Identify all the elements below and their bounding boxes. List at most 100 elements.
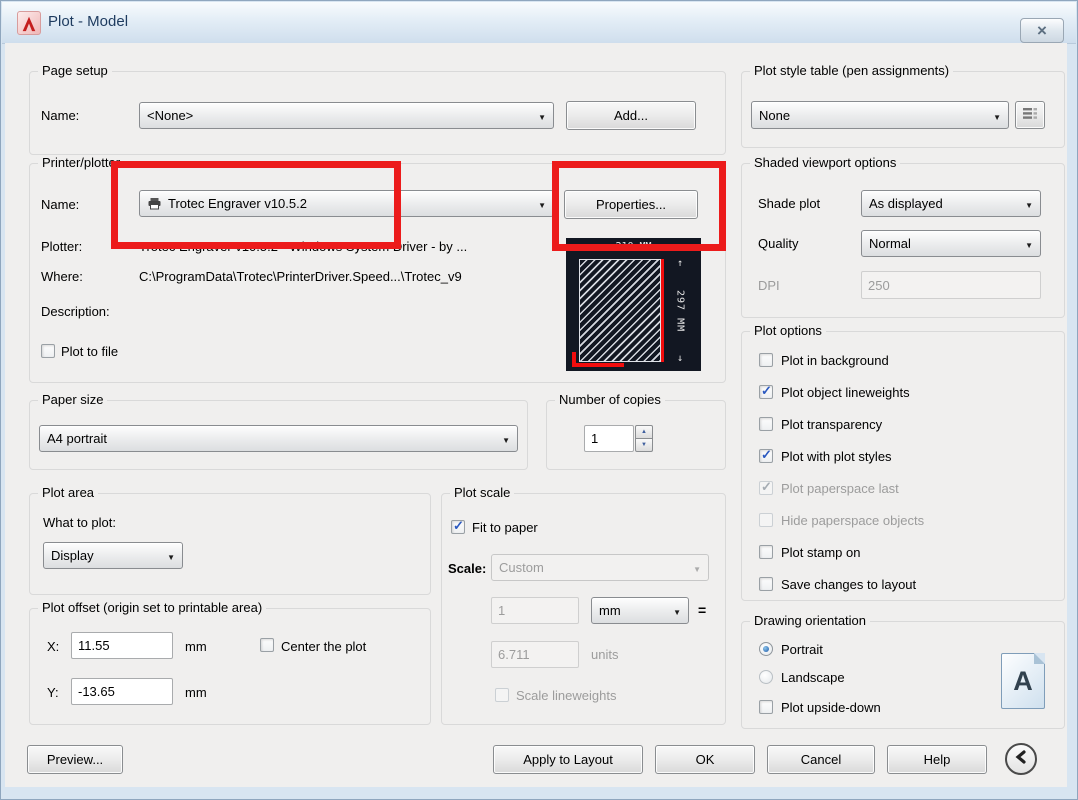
plotter-label: Plotter: [41,239,82,254]
chevron-down-icon [667,603,681,618]
description-label: Description: [41,304,110,319]
checkbox-icon [41,344,55,358]
add-button-label: Add... [614,108,648,123]
cancel-button-label: Cancel [801,752,841,767]
group-label: Shaded viewport options [750,155,900,170]
checkbox-icon [759,417,773,431]
upside-down-label: Plot upside-down [781,700,881,715]
offset-x-label: X: [47,639,59,654]
option-label: Plot in background [781,353,889,368]
scale-paper-units-input [491,597,579,624]
copies-input[interactable] [584,425,634,452]
preview-button-label: Preview... [47,752,103,767]
annotation-printer-name-highlight [111,161,401,249]
scale-select: Custom [491,554,709,581]
portrait-label: Portrait [781,642,823,657]
paper-icon-letter: A [1013,666,1033,697]
option-label: Save changes to layout [781,577,916,592]
group-label: Paper size [38,392,107,407]
where-value: C:\ProgramData\Trotec\PrinterDriver.Spee… [139,269,462,284]
dpi-input [861,271,1041,299]
quality-label: Quality [758,236,798,251]
chevron-down-icon [687,560,701,575]
chevron-left-icon [1015,750,1027,769]
spin-down-icon[interactable] [635,439,653,452]
equals-sign: = [698,602,706,618]
add-page-setup-button[interactable]: Add... [566,101,696,130]
shade-plot-select[interactable]: As displayed [861,190,1041,217]
option-label: Plot paperspace last [781,481,899,496]
scale-drawing-units-input [491,641,579,668]
height-dimension-text: 297 MM [675,290,686,332]
spin-up-icon[interactable] [635,425,653,439]
scale-unit-value: mm [599,603,621,618]
chevron-down-icon [532,196,546,211]
copies-stepper[interactable] [635,425,653,452]
option-label: Plot object lineweights [781,385,910,400]
printer-name-label: Name: [41,197,79,212]
red-origin-marker [572,363,624,367]
help-button[interactable]: Help [887,745,987,774]
offset-y-input[interactable] [71,678,173,705]
landscape-label: Landscape [781,670,845,685]
offset-x-unit: mm [185,639,207,654]
chevron-down-icon [1019,196,1033,211]
plot-dialog-window: Plot - Model Page setup Name: <None> Add… [0,0,1078,800]
page-setup-name-select[interactable]: <None> [139,102,554,129]
quality-select[interactable]: Normal [861,230,1041,257]
what-to-plot-label: What to plot: [43,515,116,530]
chevron-down-icon [987,108,1001,123]
page-setup-name-value: <None> [147,108,193,123]
center-the-plot-label: Center the plot [281,639,366,654]
cancel-button[interactable]: Cancel [767,745,875,774]
ok-button-label: OK [696,752,715,767]
help-button-label: Help [924,752,951,767]
dpi-label: DPI [758,278,780,293]
preview-button[interactable]: Preview... [27,745,123,774]
paper-size-select[interactable]: A4 portrait [39,425,518,452]
paper-size-value: A4 portrait [47,431,107,446]
checkbox-icon [759,449,773,463]
paper-preview-thumbnail: 210 MM 297 MM [566,238,701,371]
scale-unit-select[interactable]: mm [591,597,689,624]
what-to-plot-select[interactable]: Display [43,542,183,569]
quality-value: Normal [869,236,911,251]
plot-to-file-label: Plot to file [61,344,118,359]
apply-to-layout-button[interactable]: Apply to Layout [493,745,643,774]
offset-y-label: Y: [47,685,59,700]
group-label: Drawing orientation [750,613,870,628]
chevron-down-icon [1019,236,1033,251]
checkbox-icon [759,513,773,527]
what-to-plot-value: Display [51,548,94,563]
group-label: Plot offset (origin set to printable are… [38,600,266,615]
chevron-down-icon [532,108,546,123]
chevron-down-icon [161,548,175,563]
checkbox-icon [759,353,773,367]
chevron-down-icon [496,431,510,446]
paper-fold-corner [1034,653,1045,664]
less-options-button[interactable] [1005,743,1037,775]
checkbox-icon [759,577,773,591]
close-icon[interactable] [1020,18,1064,43]
checkbox-icon [759,545,773,559]
offset-x-input[interactable] [71,632,173,659]
radio-icon [759,642,773,656]
option-label: Plot with plot styles [781,449,892,464]
option-label: Plot transparency [781,417,882,432]
autocad-logo-icon [17,11,41,35]
checkbox-icon [759,700,773,714]
units-label: units [591,647,618,662]
scale-label: Scale: [448,561,486,576]
plot-style-select[interactable]: None [751,101,1009,129]
shade-plot-value: As displayed [869,196,943,211]
checkbox-icon [260,638,274,652]
scale-value: Custom [499,560,544,575]
arrow-up-icon [677,258,683,269]
edit-plot-style-button[interactable] [1015,101,1045,129]
ok-button[interactable]: OK [655,745,755,774]
group-label: Number of copies [555,392,665,407]
height-dimension: 297 MM [665,258,695,364]
group-label: Plot options [750,323,826,338]
fit-to-paper-label: Fit to paper [472,520,538,535]
red-dimension-line [661,259,664,362]
